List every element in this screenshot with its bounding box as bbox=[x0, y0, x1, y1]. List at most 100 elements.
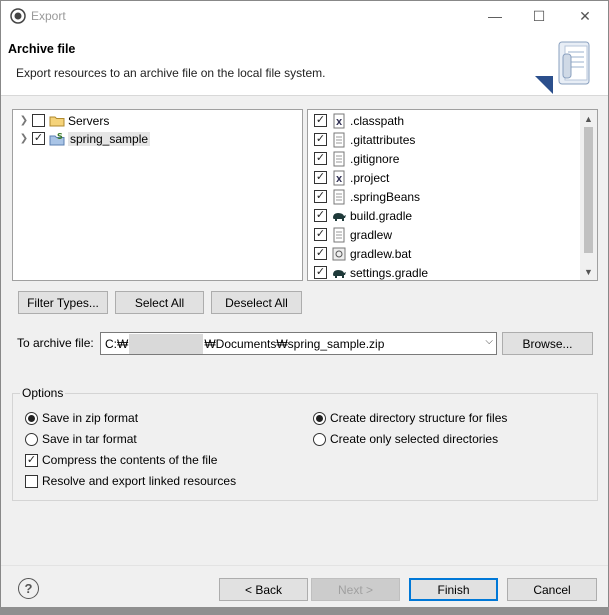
xml-file-icon: X bbox=[333, 113, 345, 128]
footer-divider bbox=[1, 565, 608, 566]
export-dialog: Export — ☐ ✕ Archive file Export resourc… bbox=[0, 0, 609, 615]
filter-types-button[interactable]: Filter Types... bbox=[18, 291, 108, 314]
close-button[interactable]: ✕ bbox=[562, 1, 608, 31]
svg-text:S: S bbox=[57, 132, 63, 141]
create-structure-option[interactable]: Create directory structure for files bbox=[313, 409, 507, 427]
file-list[interactable]: X .classpath .gitattributes .gitignore X .pro… bbox=[307, 109, 598, 281]
file-list-item[interactable]: gradlew bbox=[314, 225, 392, 244]
scroll-down-icon[interactable]: ▼ bbox=[580, 263, 597, 280]
save-tar-label: Save in tar format bbox=[42, 432, 137, 446]
save-zip-option[interactable]: Save in zip format bbox=[25, 409, 138, 427]
file-checkbox[interactable] bbox=[314, 171, 327, 184]
save-zip-radio[interactable] bbox=[25, 411, 38, 425]
wizard-banner: Archive file Export resources to an arch… bbox=[1, 32, 608, 96]
select-all-button[interactable]: Select All bbox=[115, 291, 204, 314]
deselect-all-button[interactable]: Deselect All bbox=[211, 291, 302, 314]
file-list-label: .classpath bbox=[350, 113, 405, 128]
text-file-icon bbox=[333, 189, 345, 204]
file-list-item[interactable]: gradlew.bat bbox=[314, 244, 411, 263]
file-list-item[interactable]: .gitignore bbox=[314, 149, 399, 168]
minimize-button[interactable]: — bbox=[472, 1, 518, 31]
window-title: Export bbox=[31, 9, 66, 23]
svg-text:X: X bbox=[336, 118, 343, 127]
file-list-label: build.gradle bbox=[350, 208, 413, 223]
file-checkbox[interactable] bbox=[314, 190, 327, 203]
file-list-label: .gitignore bbox=[350, 151, 400, 166]
compress-label: Compress the contents of the file bbox=[42, 453, 218, 467]
browse-button[interactable]: Browse... bbox=[502, 332, 593, 355]
vertical-scrollbar[interactable]: ▲ ▼ bbox=[580, 110, 597, 280]
file-checkbox[interactable] bbox=[314, 228, 327, 241]
create-selected-radio[interactable] bbox=[313, 432, 326, 446]
file-checkbox[interactable] bbox=[314, 152, 327, 165]
save-tar-option[interactable]: Save in tar format bbox=[25, 430, 137, 448]
tree-item-label: spring_sample bbox=[68, 131, 151, 146]
file-checkbox[interactable] bbox=[314, 114, 327, 127]
chevron-down-icon[interactable]: ⌵ bbox=[485, 336, 493, 347]
maximize-button[interactable]: ☐ bbox=[516, 1, 562, 31]
tree-item-servers[interactable]: ❯ Servers bbox=[19, 111, 110, 130]
chevron-right-icon[interactable]: ❯ bbox=[19, 115, 29, 126]
spring-project-icon: S bbox=[49, 132, 65, 145]
redacted-username bbox=[129, 333, 204, 354]
archive-path-prefix: C:₩ bbox=[105, 336, 129, 351]
back-button[interactable]: < Back bbox=[219, 578, 308, 601]
archive-file-label: To archive file: bbox=[17, 336, 94, 350]
maximize-icon: ☐ bbox=[532, 7, 546, 24]
file-list-item[interactable]: settings.gradle bbox=[314, 263, 429, 280]
file-list-label: .project bbox=[350, 170, 390, 185]
archive-file-combo[interactable]: C:₩ ₩Documents₩spring_sample.zip ⌵ bbox=[100, 332, 497, 355]
resolve-linked-label: Resolve and export linked resources bbox=[42, 474, 237, 488]
chevron-right-icon[interactable]: ❯ bbox=[19, 133, 29, 144]
archive-path-suffix: ₩Documents₩spring_sample.zip bbox=[204, 336, 385, 351]
file-list-item[interactable]: .gitattributes bbox=[314, 130, 415, 149]
file-list-label: .springBeans bbox=[350, 189, 421, 204]
text-file-icon bbox=[333, 132, 345, 147]
file-list-label: gradlew bbox=[350, 227, 393, 242]
file-checkbox[interactable] bbox=[314, 266, 327, 279]
file-checkbox[interactable] bbox=[314, 209, 327, 222]
cancel-button[interactable]: Cancel bbox=[507, 578, 597, 601]
save-tar-radio[interactable] bbox=[25, 432, 38, 446]
file-list-label: settings.gradle bbox=[350, 265, 429, 280]
spring-sample-checkbox[interactable] bbox=[32, 132, 45, 145]
save-zip-label: Save in zip format bbox=[42, 411, 139, 425]
compress-option[interactable]: Compress the contents of the file bbox=[25, 451, 217, 469]
file-list-item[interactable]: .springBeans bbox=[314, 187, 420, 206]
finish-button[interactable]: Finish bbox=[409, 578, 498, 601]
banner-description: Export resources to an archive file on t… bbox=[16, 66, 326, 80]
svg-text:X: X bbox=[336, 175, 343, 184]
servers-checkbox[interactable] bbox=[32, 114, 45, 127]
gradle-elephant-icon bbox=[333, 212, 346, 221]
compress-checkbox[interactable] bbox=[25, 453, 38, 467]
create-structure-radio[interactable] bbox=[313, 411, 326, 425]
folder-icon bbox=[49, 116, 65, 126]
file-list-item[interactable]: X .classpath bbox=[314, 111, 404, 130]
create-selected-label: Create only selected directories bbox=[330, 432, 499, 446]
create-selected-option[interactable]: Create only selected directories bbox=[313, 430, 498, 448]
file-list-label: gradlew.bat bbox=[350, 246, 412, 261]
options-group-title: Options bbox=[20, 386, 66, 400]
scroll-thumb[interactable] bbox=[584, 127, 593, 253]
text-file-icon bbox=[333, 151, 345, 166]
scroll-up-icon[interactable]: ▲ bbox=[580, 110, 597, 127]
text-file-icon bbox=[333, 227, 345, 242]
file-list-item[interactable]: build.gradle bbox=[314, 206, 412, 225]
next-button[interactable]: Next > bbox=[311, 578, 400, 601]
archive-export-wizard-icon bbox=[535, 41, 590, 94]
minimize-icon: — bbox=[488, 8, 502, 24]
gradle-elephant-icon bbox=[333, 269, 346, 278]
file-checkbox[interactable] bbox=[314, 247, 327, 260]
banner-title: Archive file bbox=[8, 42, 76, 56]
resolve-linked-checkbox[interactable] bbox=[25, 474, 38, 488]
help-icon[interactable]: ? bbox=[18, 578, 39, 599]
file-checkbox[interactable] bbox=[314, 133, 327, 146]
batch-file-icon bbox=[332, 247, 346, 260]
project-tree[interactable]: ❯ Servers ❯ S spring_sample bbox=[12, 109, 303, 281]
tree-item-label: Servers bbox=[68, 113, 110, 128]
file-list-item[interactable]: X .project bbox=[314, 168, 389, 187]
resolve-linked-option[interactable]: Resolve and export linked resources bbox=[25, 472, 236, 490]
tree-item-spring-sample[interactable]: ❯ S spring_sample bbox=[19, 129, 151, 148]
eclipse-app-icon bbox=[10, 8, 26, 24]
file-list-label: .gitattributes bbox=[350, 132, 416, 147]
